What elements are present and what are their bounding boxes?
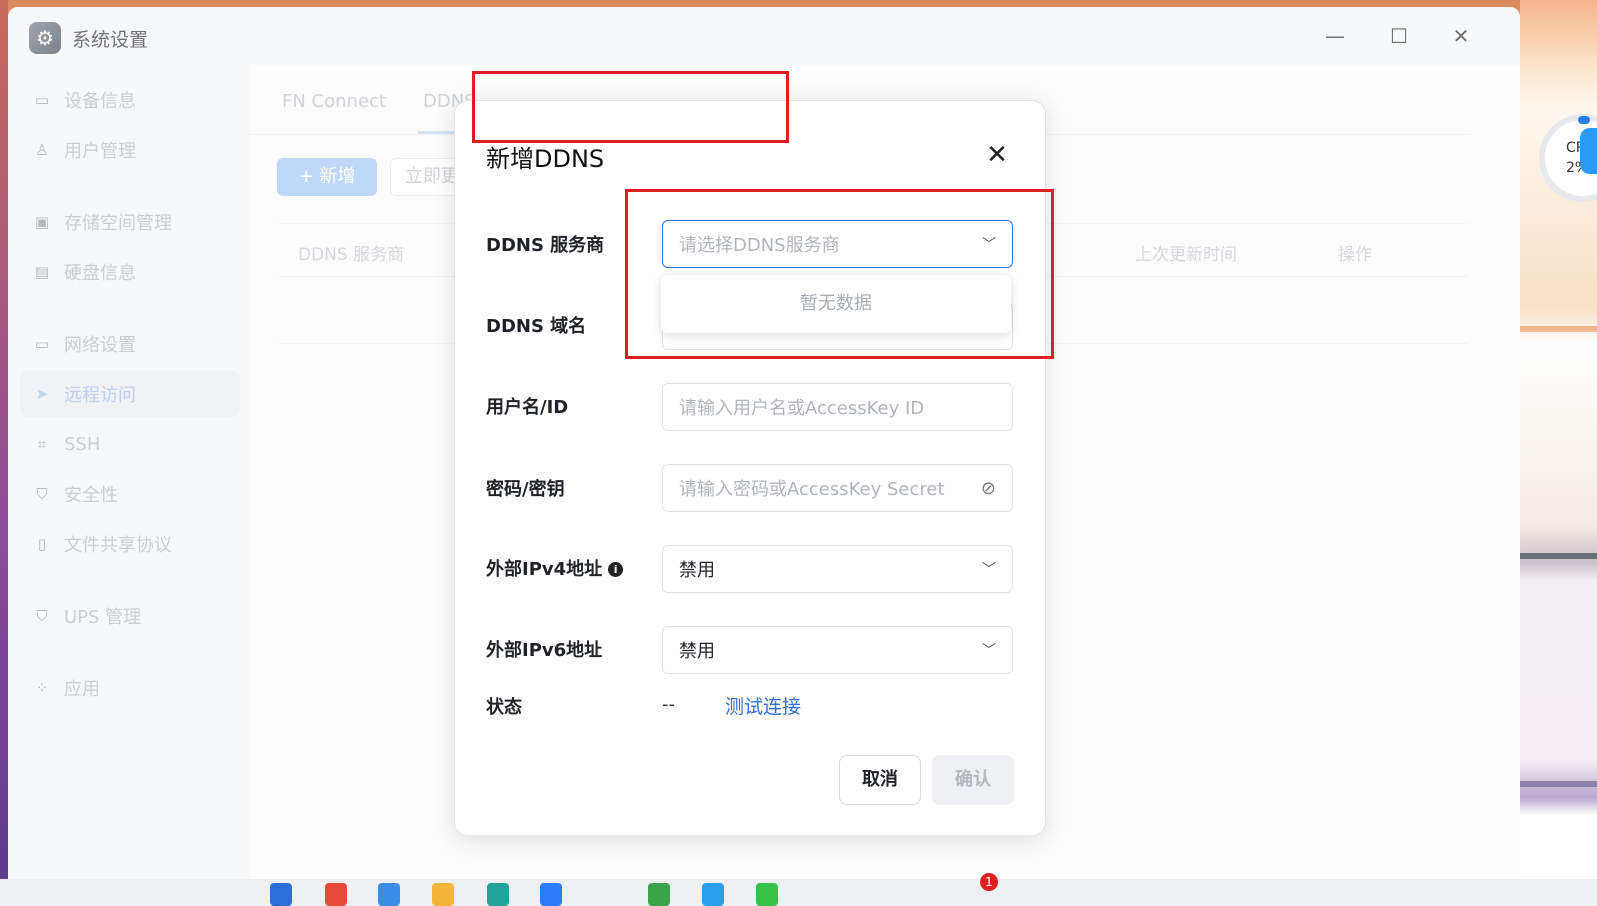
dialog-title: 新增DDNS [486, 145, 605, 173]
cancel-button[interactable]: 取消 [839, 755, 921, 805]
password-label: 密码/密钥 [486, 479, 565, 500]
username-input[interactable]: 请输入用户名或AccessKey ID [662, 383, 1013, 431]
confirm-button[interactable]: 确认 [932, 755, 1014, 805]
status-value: -- [662, 694, 675, 715]
test-connection-link[interactable]: 测试连接 [725, 692, 801, 719]
annotation-highlight-provider [625, 189, 1054, 359]
info-icon[interactable]: i [608, 562, 624, 577]
eye-off-icon[interactable]: ⊘ [981, 478, 996, 499]
ipv4-label: 外部IPv4地址 i [486, 555, 624, 581]
desktop-left-edge [0, 0, 8, 906]
taskbar-app-icon[interactable] [270, 883, 292, 906]
notification-badge: 1 [980, 873, 998, 891]
taskbar-browser-icon[interactable] [325, 883, 347, 906]
chevron-down-icon: ﹀ [982, 562, 996, 578]
taskbar-folder-icon[interactable] [432, 883, 454, 906]
taskbar-telegram-icon[interactable] [702, 883, 724, 906]
widget-indicator [1578, 116, 1590, 124]
username-label: 用户名/ID [486, 397, 569, 418]
taskbar-app-icon[interactable] [648, 883, 670, 906]
chevron-down-icon: ﹀ [982, 643, 996, 659]
provider-label: DDNS 服务商 [486, 235, 605, 256]
taskbar [0, 879, 1597, 906]
dialog-close-button[interactable]: ✕ [979, 137, 1015, 173]
ipv4-select[interactable]: 禁用 ﹀ [662, 545, 1013, 593]
widget-side-button[interactable] [1580, 128, 1597, 174]
annotation-highlight-title [472, 71, 789, 143]
domain-label: DDNS 域名 [486, 316, 587, 337]
taskbar-app-icon[interactable] [378, 883, 400, 906]
password-input[interactable]: 请输入密码或AccessKey Secret ⊘ [662, 464, 1013, 512]
status-label: 状态 [486, 697, 522, 718]
ipv6-label: 外部IPv6地址 [486, 640, 603, 661]
ipv6-select[interactable]: 禁用 ﹀ [662, 626, 1013, 674]
taskbar-wechat-icon[interactable] [756, 883, 778, 906]
taskbar-app-icon[interactable] [487, 883, 509, 906]
taskbar-app-icon[interactable] [540, 883, 562, 906]
